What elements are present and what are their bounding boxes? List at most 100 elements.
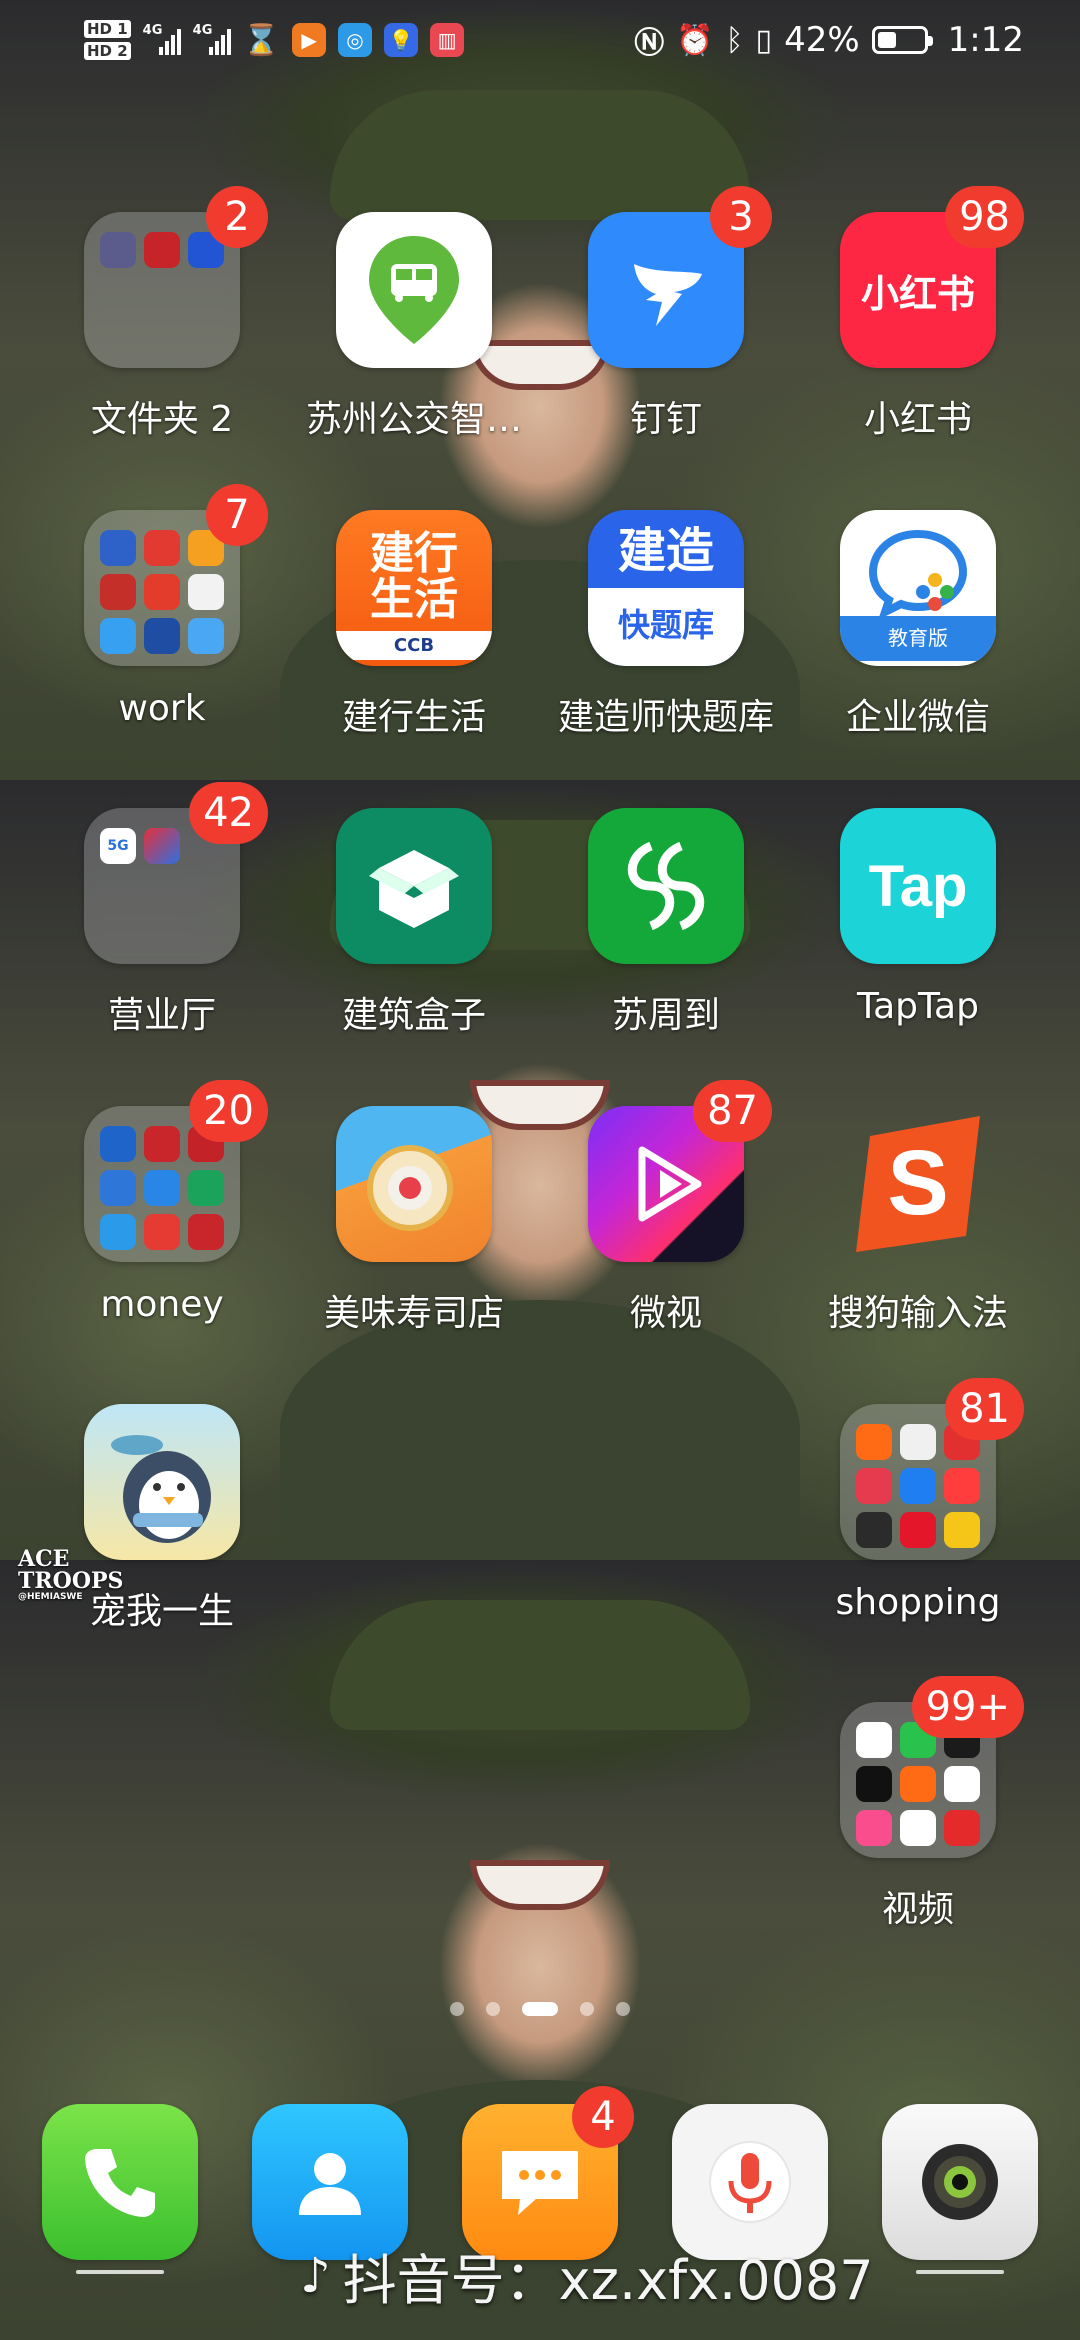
app-grid: 2 文件夹 2 苏州公交智… 3 钉钉 小红书 98 小红书 7 work 建行… — [0, 0, 1080, 2340]
douyin-watermark: ♪ 抖音号：xz.xfx.0087 — [300, 2247, 874, 2313]
app-label: work — [118, 688, 206, 729]
notification-badge: 2 — [206, 186, 268, 248]
folder-icon: 7 — [84, 484, 268, 666]
phone-icon — [85, 2149, 155, 2217]
contacts-person-icon — [299, 2153, 361, 2215]
video-app-notification-icon: ▶ — [292, 23, 327, 57]
hd-voice-indicator: HD 1 HD 2 — [84, 18, 131, 62]
folder-icon: 20 — [84, 1080, 268, 1262]
page-dot[interactable] — [580, 2002, 594, 2016]
nfc-icon: Ⓝ — [634, 26, 665, 61]
folder-icon: 2 — [84, 186, 268, 368]
ccb-life-icon: 建行 生活 CCB — [336, 510, 492, 666]
browser-notification-icon: ◎ — [338, 23, 373, 57]
app-label: 建筑盒子 — [341, 995, 486, 1036]
open-box-icon — [336, 808, 492, 964]
penguin-game-icon — [84, 1404, 240, 1560]
folder-video[interactable]: 99+ 视频 — [793, 1676, 1043, 1932]
dock-divider — [76, 2270, 164, 2274]
suzhoudao-knot-icon — [588, 808, 744, 964]
signal-strength-icon: 4G — [193, 23, 231, 55]
app-ccb-life[interactable]: 建行 生活 CCB 建行生活 — [289, 510, 539, 740]
notification-badge: 99+ — [911, 1676, 1024, 1738]
sushi-game-icon — [336, 1106, 492, 1262]
hourglass-icon: ⌛ — [242, 22, 281, 58]
alarm-icon: ⏰ — [676, 22, 714, 58]
folder-icon: 99+ — [840, 1676, 1024, 1858]
status-bar: HD 1 HD 2 4G 4G ⌛ ▶ ◎ 💡 ▥ Ⓝ ⏰ ᛒ ▯ 42% 1:… — [0, 0, 1080, 80]
bus-location-pin-icon — [336, 212, 492, 368]
app-label: shopping — [835, 1582, 1001, 1623]
notification-badge: 98 — [945, 186, 1024, 248]
app-label: 建行生活 — [341, 697, 486, 738]
battery-icon — [871, 26, 933, 54]
phone-app[interactable] — [42, 2104, 198, 2260]
app-label: 营业厅 — [107, 995, 216, 1036]
page-dot-active[interactable] — [522, 2002, 558, 2016]
battery-percentage: 42% — [784, 20, 860, 60]
message-bubble-icon — [502, 2151, 578, 2215]
app-xiaohongshu[interactable]: 小红书 98 小红书 — [793, 186, 1043, 442]
notification-badge: 3 — [710, 186, 772, 248]
page-dot[interactable] — [486, 2002, 500, 2016]
folder-icon: 81 — [840, 1378, 1024, 1560]
sogou-s-icon: S — [840, 1106, 996, 1262]
taptap-logo-icon: Tap — [840, 808, 996, 964]
clock: 1:12 — [947, 20, 1024, 60]
signal-strength-icon: 4G — [143, 23, 181, 55]
status-left: HD 1 HD 2 4G 4G ⌛ ▶ ◎ 💡 ▥ — [84, 18, 465, 62]
status-right: Ⓝ ⏰ ᛒ ▯ 42% 1:12 — [634, 18, 1024, 62]
app-sogou-input[interactable]: S 搜狗输入法 — [793, 1106, 1043, 1336]
app-suzhoudao[interactable]: 苏周到 — [541, 808, 791, 1038]
page-dot[interactable] — [616, 2002, 630, 2016]
app-label: 文件夹 2 — [90, 399, 234, 440]
lightbulb-notification-icon: 💡 — [384, 23, 419, 57]
page-dot[interactable] — [450, 2002, 464, 2016]
app-label: 微视 — [629, 1293, 702, 1334]
dock-divider — [916, 2270, 1004, 2274]
page-indicator[interactable] — [0, 2002, 1080, 2016]
app-chong-wo-yi-sheng[interactable]: 宠我一生 — [37, 1404, 287, 1634]
app-label: 小红书 — [863, 399, 972, 440]
folder-work[interactable]: 7 work — [37, 484, 287, 729]
notification-badge: 42 — [189, 782, 268, 844]
app-wecom[interactable]: 教育版 企业微信 — [793, 510, 1043, 740]
app-label: 视频 — [881, 1889, 954, 1930]
notification-badge: 87 — [693, 1080, 772, 1142]
camera-app[interactable] — [882, 2104, 1038, 2260]
app-label: 搜狗输入法 — [827, 1293, 1008, 1334]
app-weishi[interactable]: 87 微视 — [541, 1080, 791, 1336]
app-label: TapTap — [857, 986, 979, 1027]
jianzao-quiz-icon: 建造 快题库 — [588, 510, 744, 666]
folder-business-hall[interactable]: 5G 42 营业厅 — [37, 782, 287, 1038]
app-label: 宠我一生 — [89, 1591, 234, 1632]
notification-badge: 7 — [206, 484, 268, 546]
weishi-play-icon: 87 — [588, 1080, 772, 1262]
folder-icon: 5G 42 — [84, 782, 268, 964]
douyin-note-icon: ♪ — [300, 2247, 331, 2304]
book-notification-icon: ▥ — [430, 23, 465, 57]
app-taptap[interactable]: Tap TapTap — [793, 808, 1043, 1027]
folder-money[interactable]: 20 money — [37, 1080, 287, 1325]
notification-badge: 4 — [572, 2086, 634, 2148]
app-label: 苏周到 — [611, 995, 720, 1036]
app-suzhou-bus[interactable]: 苏州公交智… — [289, 212, 539, 442]
notification-badge: 20 — [189, 1080, 268, 1142]
notification-badge: 81 — [945, 1378, 1024, 1440]
app-sushi-shop[interactable]: 美味寿司店 — [289, 1106, 539, 1336]
app-dingtalk[interactable]: 3 钉钉 — [541, 186, 791, 442]
app-label: 企业微信 — [845, 697, 990, 738]
app-label: 建造师快题库 — [557, 697, 774, 738]
folder-2[interactable]: 2 文件夹 2 — [37, 186, 287, 442]
dingtalk-wing-icon: 3 — [588, 186, 772, 368]
app-jianzao-quiz[interactable]: 建造 快题库 建造师快题库 — [541, 510, 791, 740]
folder-shopping[interactable]: 81 shopping — [793, 1378, 1043, 1623]
app-building-box[interactable]: 建筑盒子 — [289, 808, 539, 1038]
wecom-chat-icon: 教育版 — [840, 510, 996, 666]
xiaohongshu-logo-icon: 小红书 98 — [840, 186, 1024, 368]
vibrate-icon: ▯ — [755, 22, 773, 58]
camera-lens-icon — [922, 2144, 998, 2220]
svg-text:S: S — [887, 1132, 948, 1234]
app-label: 美味寿司店 — [323, 1293, 504, 1334]
app-label: 苏州公交智… — [305, 399, 522, 440]
